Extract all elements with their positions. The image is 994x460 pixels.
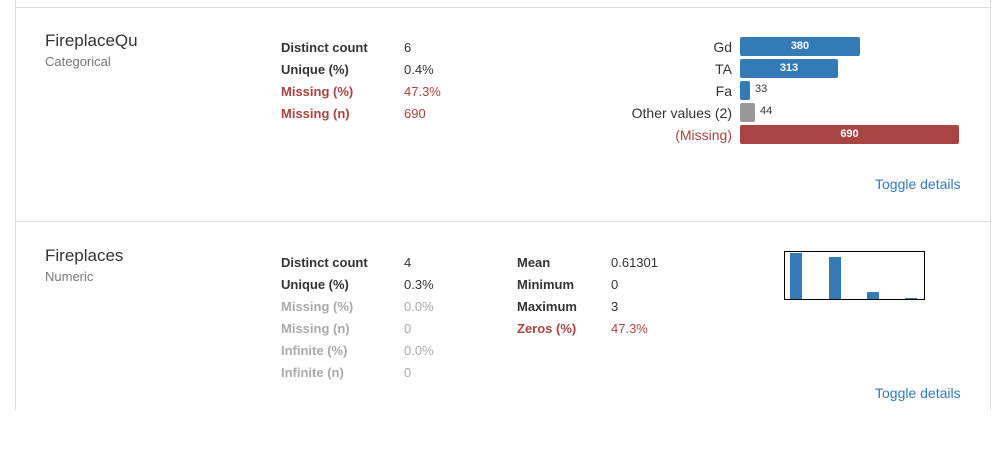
stat-value: 0 [404,364,412,380]
stat-row-alert: Missing (n) 690 [281,102,464,124]
stat-label: Minimum [517,276,575,292]
toggle-details-link[interactable]: Toggle details [875,176,961,192]
freq-label-missing: (Missing) [675,127,732,143]
stat-value: 4 [404,254,412,270]
freq-label: Fa [715,83,732,99]
stat-row-muted: Infinite (n) 0 [281,361,464,383]
stat-label: Mean [517,254,551,270]
histogram-bar [905,298,917,299]
stat-row-alert: Zeros (%) 47.3% [517,317,671,339]
divider [15,7,990,8]
divider [15,221,990,222]
stat-value: 0.0% [404,298,434,314]
stat-row-alert: Missing (%) 47.3% [281,80,464,102]
stat-label: Infinite (n) [281,364,344,380]
toggle-details-link[interactable]: Toggle details [875,385,961,401]
stat-value: 3 [611,298,619,314]
stat-label: Unique (%) [281,276,349,292]
stat-value: 0.0% [404,342,434,358]
histogram-bar [790,253,802,299]
freq-label: Gd [713,39,732,55]
stat-value: 0 [404,320,412,336]
stat-value: 47.3% [404,83,441,99]
stat-row: Minimum 0 [517,273,671,295]
freq-label: Other values (2) [631,105,732,121]
stat-value: 0.4% [404,61,434,77]
stat-label: Missing (%) [281,83,354,99]
stat-label: Missing (n) [281,320,350,336]
stats-table: Mean 0.61301 Minimum 0 Maximum 3 Zeros (%) 4… [517,251,671,339]
stat-row-muted: Infinite (%) 0.0% [281,339,464,361]
stat-row-muted: Missing (n) 0 [281,317,464,339]
stat-row-muted: Missing (%) 0.0% [281,295,464,317]
freq-count: 33 [755,83,768,95]
stat-row: Unique (%) 0.3% [281,273,464,295]
stat-row: Mean 0.61301 [517,251,671,273]
freq-bar: 313 [740,59,838,78]
histogram-frame [784,251,925,300]
stat-label: Zeros (%) [517,320,577,336]
stat-value: 0.61301 [611,254,658,270]
freq-bar: 380 [740,37,860,56]
stat-row: Maximum 3 [517,295,671,317]
freq-bar [740,103,755,122]
stat-row: Distinct count 4 [281,251,464,273]
freq-count: 44 [760,105,773,117]
stats-table: Distinct count 4 Unique (%) 0.3% Missing (… [281,251,464,383]
stat-label: Missing (%) [281,298,354,314]
stats-table: Distinct count 6 Unique (%) 0.4% Missing (… [281,36,464,124]
histogram-bar [829,257,841,299]
freq-bar-missing: 690 [740,125,959,144]
variable-type: Numeric [45,269,94,284]
stat-label: Distinct count [281,254,368,270]
stat-label: Infinite (%) [281,342,348,358]
stat-label: Distinct count [281,39,368,55]
variable-name: Fireplaces [45,246,124,265]
mini-histogram [784,251,925,300]
variable-name: FireplaceQu [45,31,138,50]
stat-value: 0.3% [404,276,434,292]
stat-value: 690 [404,105,426,121]
stat-label: Unique (%) [281,61,349,77]
stat-label: Missing (n) [281,105,350,121]
stat-label: Maximum [517,298,577,314]
histogram-bar [867,292,879,299]
stat-value: 6 [404,39,412,55]
freq-bar [740,81,750,100]
variable-type: Categorical [45,54,111,69]
stat-value: 47.3% [611,320,648,336]
freq-label: TA [715,61,732,77]
stat-row: Distinct count 6 [281,36,464,58]
stat-value: 0 [611,276,619,292]
report-panel [15,0,991,410]
stat-row: Unique (%) 0.4% [281,58,464,80]
